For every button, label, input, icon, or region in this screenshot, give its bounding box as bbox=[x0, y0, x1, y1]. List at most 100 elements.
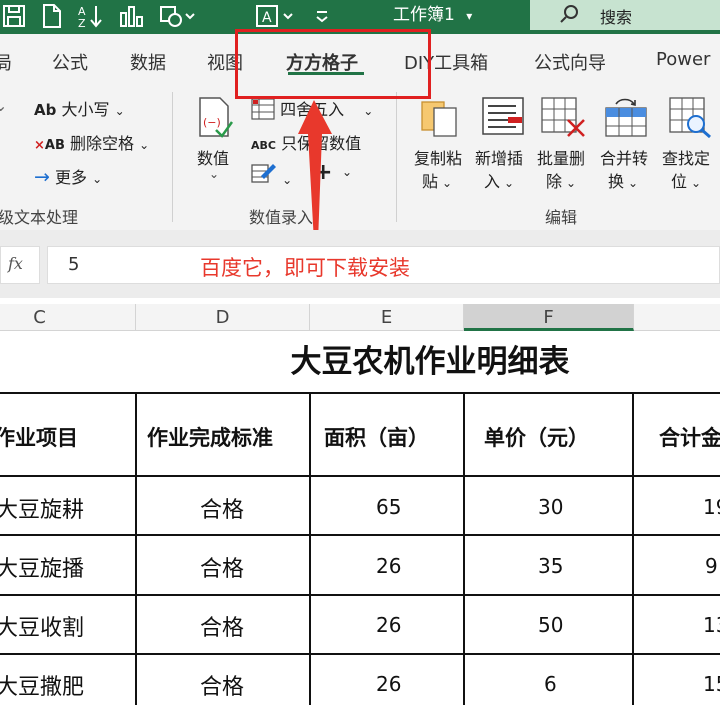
grid-line bbox=[0, 534, 720, 536]
search-label: 搜索 bbox=[600, 8, 633, 27]
tab-formula-wizard[interactable]: 公式向导 bbox=[534, 49, 606, 75]
copy-paste-icon[interactable] bbox=[420, 96, 458, 137]
grid-line bbox=[0, 392, 720, 394]
column-header-c[interactable]: C bbox=[0, 304, 136, 331]
remove-spaces-button[interactable]: ×AB 删除空格 ⌄ bbox=[34, 130, 149, 154]
table-cell[interactable]: 13 bbox=[703, 613, 720, 637]
grid-line bbox=[0, 475, 720, 477]
chevron-down-icon: ⌄ bbox=[566, 176, 577, 190]
copy-paste-label-2[interactable]: 贴 ⌄ bbox=[422, 168, 452, 192]
table-cell[interactable]: 6 bbox=[544, 672, 557, 696]
column-header-e[interactable]: E bbox=[310, 304, 464, 331]
grid-line bbox=[0, 653, 720, 655]
batch-delete-label-1[interactable]: 批量删 bbox=[537, 145, 585, 169]
chevron-down-icon: ⌄ bbox=[363, 104, 374, 118]
tab-data[interactable]: 数据 bbox=[130, 49, 166, 75]
tab-power[interactable]: Power bbox=[656, 49, 710, 70]
annotation-arrow bbox=[298, 100, 332, 242]
column-header-g[interactable] bbox=[634, 304, 720, 331]
table-cell[interactable]: 50 bbox=[538, 613, 563, 637]
arrow-right-icon: → bbox=[34, 166, 50, 188]
formula-value: 5 bbox=[68, 254, 80, 275]
batch-delete-icon[interactable] bbox=[540, 96, 585, 137]
edit-format-button[interactable]: ⌄ bbox=[251, 162, 292, 188]
svg-text:A: A bbox=[262, 10, 272, 26]
shapes-icon[interactable] bbox=[158, 3, 198, 36]
batch-delete-label-2[interactable]: 除 ⌄ bbox=[546, 168, 576, 192]
remove-spaces-icon: ×AB bbox=[34, 138, 65, 153]
chevron-down-icon[interactable]: ⌄ bbox=[209, 167, 219, 181]
table-cell[interactable]: 大豆收割 bbox=[0, 610, 84, 642]
table-cell[interactable]: 30 bbox=[538, 495, 563, 519]
remove-spaces-label: 删除空格 bbox=[69, 134, 134, 153]
text-processing-group-label: 级文本处理 bbox=[0, 208, 79, 227]
merge-convert-label-1[interactable]: 合并转 bbox=[600, 145, 648, 169]
merge-convert-icon[interactable] bbox=[604, 96, 647, 137]
table-cell[interactable]: 合格 bbox=[200, 669, 244, 701]
document-title: 工作簿1 ▾ bbox=[393, 3, 472, 28]
group-separator bbox=[172, 92, 173, 222]
tab-formulas[interactable]: 公式 bbox=[52, 49, 88, 75]
header-cell-total[interactable]: 合计金 bbox=[659, 422, 720, 452]
search-box[interactable]: 搜索 bbox=[530, 0, 720, 30]
change-case-icon: Ab bbox=[34, 101, 57, 119]
chevron-down-icon: ⌄ bbox=[691, 176, 702, 190]
table-cell[interactable]: 26 bbox=[376, 672, 401, 696]
svg-text:(−): (−) bbox=[203, 116, 221, 129]
table-cell[interactable]: 15 bbox=[703, 672, 720, 696]
table-cell[interactable]: 合格 bbox=[200, 551, 244, 583]
table-cell[interactable]: 35 bbox=[538, 554, 563, 578]
header-cell-area[interactable]: 面积（亩） bbox=[324, 422, 429, 452]
column-header-f[interactable]: F bbox=[464, 304, 634, 331]
numeric-values-icon[interactable]: (−) bbox=[196, 96, 234, 138]
tab-layout[interactable]: 局 bbox=[0, 49, 12, 75]
column-header-label: F bbox=[543, 307, 554, 328]
sort-ascending-icon[interactable]: AZ bbox=[76, 3, 106, 36]
keep-values-icon: ABC bbox=[251, 139, 276, 152]
column-header-d[interactable]: D bbox=[136, 304, 310, 331]
header-cell-price[interactable]: 单价（元） bbox=[484, 422, 589, 452]
table-cell[interactable]: 合格 bbox=[200, 492, 244, 524]
search-icon bbox=[558, 2, 582, 31]
table-cell[interactable]: 大豆旋耕 bbox=[0, 492, 84, 524]
table-cell[interactable]: 9 bbox=[705, 554, 718, 578]
more-button[interactable]: → 更多 ⌄ bbox=[34, 164, 102, 188]
change-case-button[interactable]: Ab 大小写 ⌄ bbox=[34, 96, 125, 120]
chevron-down-icon[interactable]: ⌄ bbox=[342, 165, 352, 179]
document-title-text: 工作簿1 bbox=[393, 5, 455, 25]
svg-text:Z: Z bbox=[78, 17, 86, 29]
find-locate-icon[interactable] bbox=[668, 96, 711, 139]
chevron-down-icon[interactable]: ▾ bbox=[466, 9, 472, 23]
numeric-values-label[interactable]: 数值 bbox=[197, 145, 229, 169]
table-cell[interactable]: 大豆撒肥 bbox=[0, 669, 84, 701]
insert-icon[interactable] bbox=[482, 96, 524, 136]
grid-line bbox=[135, 393, 137, 705]
chevron-down-icon: ⌄ bbox=[139, 138, 150, 152]
bar-chart-icon[interactable] bbox=[118, 3, 146, 36]
table-cell[interactable]: 26 bbox=[376, 554, 401, 578]
chevron-down-icon[interactable]: ⌄ bbox=[0, 96, 7, 115]
header-cell-standard[interactable]: 作业完成标准 bbox=[147, 422, 273, 452]
merge-convert-label-2[interactable]: 换 ⌄ bbox=[608, 168, 638, 192]
table-cell[interactable]: 65 bbox=[376, 495, 401, 519]
table-cell[interactable]: 合格 bbox=[200, 610, 244, 642]
chevron-down-icon: ⌄ bbox=[504, 176, 515, 190]
table-cell[interactable]: 大豆旋播 bbox=[0, 551, 84, 583]
header-cell-item[interactable]: 作业项目 bbox=[0, 422, 78, 452]
find-locate-label-2[interactable]: 位 ⌄ bbox=[671, 168, 701, 192]
more-label: 更多 bbox=[55, 168, 88, 187]
insert-function-button[interactable]: fx bbox=[0, 246, 40, 284]
save-icon[interactable] bbox=[0, 3, 28, 36]
find-locate-label-1[interactable]: 查找定 bbox=[662, 145, 710, 169]
table-cell[interactable]: 19 bbox=[703, 495, 720, 519]
column-header-label: C bbox=[33, 307, 46, 328]
insert-label-2[interactable]: 入 ⌄ bbox=[484, 168, 514, 192]
copy-paste-label-1[interactable]: 复制粘 bbox=[414, 145, 462, 169]
highlight-box bbox=[235, 29, 431, 99]
new-document-icon[interactable] bbox=[40, 3, 64, 36]
change-case-label: 大小写 bbox=[61, 100, 110, 119]
merge-convert-label-text: 换 bbox=[608, 172, 625, 191]
insert-label-1[interactable]: 新增插 bbox=[475, 145, 523, 169]
table-cell[interactable]: 26 bbox=[376, 613, 401, 637]
table-title: 大豆农机作业明细表 bbox=[290, 344, 570, 380]
